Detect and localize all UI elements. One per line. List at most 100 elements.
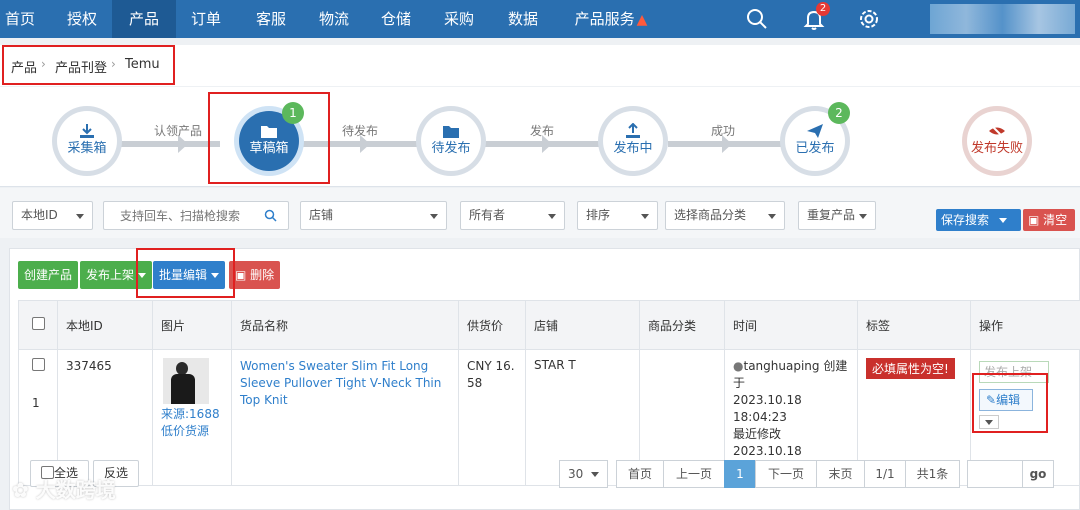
nav-item-service[interactable]: 客服 — [245, 0, 297, 38]
step-published-badge: 2 — [828, 102, 850, 124]
first-page-button[interactable]: 首页 — [616, 460, 664, 488]
next-page-button[interactable]: 下一页 — [755, 460, 817, 488]
step-collect-inner: 采集箱 — [57, 111, 117, 171]
top-nav: 首页 授权 产品 订单 客服 物流 仓储 采购 数据 产品服务 ▲ 2 — [0, 0, 1080, 38]
product-table: 本地ID 图片 货品名称 供货价 店铺 商品分类 时间 标签 操作 1 3374… — [18, 300, 1080, 486]
step-failed-inner: 发布失败 — [967, 111, 1027, 171]
save-search-button[interactable]: 保存搜索 — [936, 209, 1021, 231]
clear-label: 清空 — [1043, 213, 1068, 227]
nav-item-warehouse[interactable]: 仓储 — [370, 0, 422, 38]
user-icon: ● — [733, 359, 744, 373]
column-header: 标签 — [857, 300, 971, 350]
product-name-link[interactable]: Women's Sweater Slim Fit Long Sleeve Pul… — [240, 359, 441, 407]
clear-button[interactable]: ▣ 清空 — [1023, 209, 1075, 231]
page-size-select[interactable]: 30 — [559, 460, 608, 488]
column-header: 商品分类 — [639, 300, 725, 350]
step-publishing-inner: 发布中 — [603, 111, 663, 171]
sort-select[interactable]: 排序 — [577, 201, 658, 230]
highlight-box — [972, 373, 1048, 433]
nav-item-purchase[interactable]: 采购 — [433, 0, 485, 38]
last-page-button[interactable]: 末页 — [816, 460, 865, 488]
step-pending[interactable]: 待发布 — [416, 106, 486, 176]
user-avatar-blurred[interactable] — [930, 4, 1075, 34]
fire-icon: ▲ — [636, 12, 648, 28]
notification-button[interactable]: 2 — [802, 2, 830, 31]
duplicate-select[interactable]: 重复产品 — [798, 201, 876, 230]
nav-item-product-service-label: 产品服务 — [574, 10, 635, 28]
step-publishing[interactable]: 发布中 — [598, 106, 668, 176]
local-id-select[interactable]: 本地ID — [12, 201, 93, 230]
nav-item-product[interactable]: 产品 — [112, 0, 176, 38]
column-header: 货品名称 — [231, 300, 459, 350]
table-header-row: 本地ID 图片 货品名称 供货价 店铺 商品分类 时间 标签 操作 — [18, 300, 1080, 350]
step-publishing-label: 发布中 — [613, 141, 653, 156]
trash-icon: ▣ — [1028, 213, 1040, 227]
delete-label: 删除 — [250, 268, 275, 282]
breadcrumb: 产品 › 产品刊登 › Temu — [0, 45, 1080, 86]
search-icon[interactable] — [264, 209, 277, 222]
column-header: 店铺 — [525, 300, 640, 350]
row-checkbox[interactable] — [32, 358, 45, 371]
nav-item-product-service[interactable]: 产品服务 ▲ — [563, 0, 659, 38]
nav-item-home[interactable]: 首页 — [0, 0, 40, 38]
nav-item-data[interactable]: 数据 — [497, 0, 549, 38]
select-all-checkbox[interactable] — [32, 317, 45, 330]
column-header: 时间 — [724, 300, 858, 350]
eye-off-icon — [989, 124, 1005, 138]
folder-icon — [443, 126, 459, 138]
created-by: tanghuaping 创建于 — [733, 359, 848, 390]
step-published-label: 已发布 — [795, 141, 835, 156]
step-collect-label: 采集箱 — [67, 141, 107, 156]
search-input[interactable] — [103, 201, 289, 230]
gear-icon[interactable] — [857, 7, 881, 31]
step-failed-label: 发布失败 — [970, 141, 1023, 156]
current-page[interactable]: 1 — [724, 460, 756, 488]
download-icon — [80, 124, 94, 138]
select-all-header — [18, 300, 58, 350]
publish-label: 发布上架 — [86, 268, 135, 282]
highlight-box — [2, 45, 175, 85]
flow-connector — [120, 141, 220, 147]
source-link[interactable]: 来源:1688 — [161, 406, 223, 423]
step-published[interactable]: 已发布 2 — [780, 102, 850, 176]
product-name-cell: Women's Sweater Slim Fit Long Sleeve Pul… — [231, 349, 459, 486]
status-badge: 必填属性为空! — [866, 358, 955, 379]
watermark-text: 大数跨境 — [35, 478, 116, 502]
created-at: 2023.10.18 18:04:23 — [733, 393, 802, 424]
chevron-down-icon — [641, 214, 649, 219]
create-product-button[interactable]: 创建产品 — [18, 261, 79, 289]
chevron-down-icon — [76, 214, 84, 219]
chevron-down-icon — [768, 214, 776, 219]
image-cell: 来源:1688 低价货源 — [152, 349, 232, 486]
upload-icon — [626, 123, 640, 138]
delete-button[interactable]: ▣ 删除 — [229, 261, 281, 289]
category-select[interactable]: 选择商品分类 — [665, 201, 785, 230]
row-index: 1 — [32, 396, 40, 410]
nav-item-orders[interactable]: 订单 — [180, 0, 232, 38]
chevron-down-icon — [430, 214, 438, 219]
price-line-2: 58 — [467, 376, 483, 390]
shop-select[interactable]: 店铺 — [300, 201, 447, 230]
transition-label: 待发布 — [342, 124, 379, 138]
page-jump-input[interactable] — [967, 460, 1023, 488]
watermark: ✿ 大数跨境 — [12, 474, 116, 503]
step-collect[interactable]: 采集箱 — [52, 106, 122, 176]
step-failed[interactable]: 发布失败 — [962, 106, 1032, 176]
price-line-1: CNY 16. — [467, 359, 515, 373]
shop-select-value: 店铺 — [309, 208, 334, 222]
owner-select-value: 所有者 — [469, 208, 506, 222]
nav-item-logistics[interactable]: 物流 — [308, 0, 360, 38]
source-note[interactable]: 低价货源 — [161, 423, 223, 440]
go-button[interactable]: go — [1022, 460, 1054, 488]
chevron-down-icon — [548, 214, 556, 219]
nav-item-auth[interactable]: 授权 — [56, 0, 108, 38]
watermark-logo-icon: ✿ — [12, 478, 29, 502]
column-header: 操作 — [970, 300, 1080, 350]
transition-label: 认领产品 — [154, 124, 203, 138]
product-thumbnail[interactable] — [163, 358, 209, 404]
search-icon[interactable] — [745, 7, 769, 31]
transition-label: 发布 — [530, 124, 555, 138]
save-search-label: 保存搜索 — [941, 213, 990, 227]
prev-page-button[interactable]: 上一页 — [663, 460, 725, 488]
owner-select[interactable]: 所有者 — [460, 201, 565, 230]
